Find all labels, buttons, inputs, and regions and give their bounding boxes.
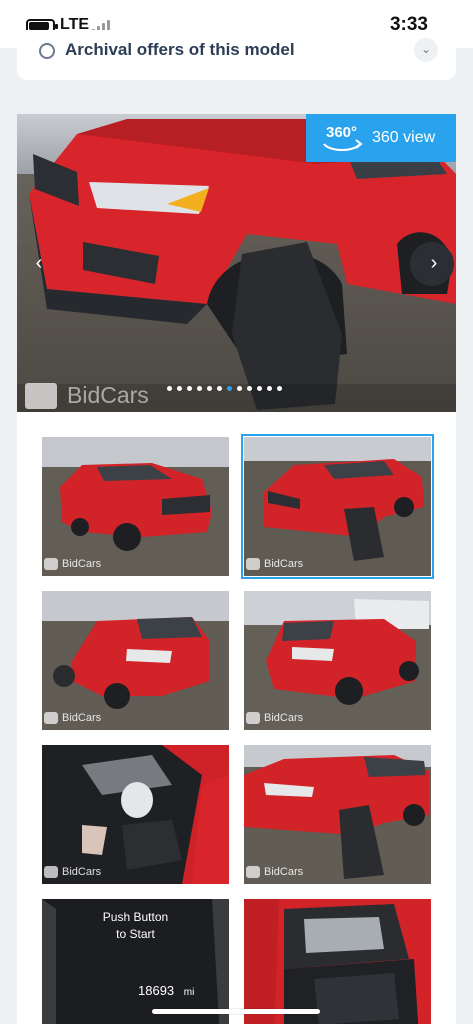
thumbnail-5[interactable]: BidCars — [42, 745, 229, 884]
main-photo[interactable]: 360° 360 view ‹ › BidCars — [17, 114, 456, 412]
carousel-dots — [167, 386, 282, 391]
thumbnail-6-watermark: BidCars — [246, 866, 303, 878]
watermark: BidCars — [25, 382, 149, 409]
dash-text-1: Push Button — [102, 910, 169, 924]
bidcars-logo-icon — [44, 558, 58, 570]
carousel-dot[interactable] — [177, 386, 182, 391]
thumbnail-3[interactable]: BidCars — [42, 591, 229, 730]
watermark-text: BidCars — [264, 712, 304, 724]
home-indicator[interactable] — [152, 1009, 320, 1014]
bidcars-logo-icon — [246, 866, 260, 878]
thumbnail-7-dashboard[interactable]: Push Button to Start 18693 mi — [42, 899, 229, 1024]
thumbnail-2-photo — [244, 437, 431, 576]
archival-offers-row[interactable]: Archival offers of this model ⌄ — [17, 30, 456, 80]
prev-photo-arrow-icon[interactable]: ‹ — [29, 252, 49, 276]
archival-offers-label: Archival offers of this model — [65, 40, 295, 59]
battery-level — [29, 22, 49, 30]
360-icon: 360° — [320, 122, 364, 154]
thumbnail-6-photo — [244, 745, 431, 884]
odometer-value: 18693 — [138, 983, 175, 998]
carousel-dot[interactable] — [217, 386, 222, 391]
watermark-text: BidCars — [62, 558, 102, 570]
dashboard-message: Push Button to Start — [42, 909, 229, 943]
thumbnail-8[interactable] — [244, 899, 431, 1024]
carousel-dot[interactable] — [247, 386, 252, 391]
bidcars-logo-icon — [44, 712, 58, 724]
watermark-text: BidCars — [62, 866, 102, 878]
thumbnail-5-watermark: BidCars — [44, 866, 101, 878]
thumbnail-1[interactable]: BidCars — [42, 437, 229, 576]
thumbnail-2-watermark: BidCars — [246, 558, 303, 570]
history-icon — [39, 43, 55, 59]
thumbnail-4-watermark: BidCars — [246, 712, 303, 724]
bidcars-logo-icon — [246, 712, 260, 724]
thumbnail-3-watermark: BidCars — [44, 712, 101, 724]
carousel-dot[interactable] — [167, 386, 172, 391]
thumbnail-8-photo — [244, 899, 431, 1024]
next-photo-arrow-icon[interactable]: › — [424, 252, 444, 276]
dash-text-2: to Start — [116, 927, 155, 941]
watermark-text: BidCars — [264, 866, 304, 878]
carousel-dot[interactable] — [257, 386, 262, 391]
photo-gallery: 360° 360 view ‹ › BidCars BidCars BidCar… — [17, 114, 456, 1024]
watermark-text: BidCars — [264, 558, 304, 570]
chevron-down-icon[interactable]: ⌄ — [414, 38, 438, 62]
thumbnail-4[interactable]: BidCars — [244, 591, 431, 730]
carousel-dot[interactable] — [207, 386, 212, 391]
view-360-label: 360 view — [372, 129, 436, 146]
watermark-text: BidCars — [62, 712, 102, 724]
carousel-dot[interactable] — [187, 386, 192, 391]
thumbnail-4-photo — [244, 591, 431, 730]
thumbnail-6[interactable]: BidCars — [244, 745, 431, 884]
carousel-dot[interactable] — [227, 386, 232, 391]
odometer-unit: mi — [183, 987, 195, 998]
carousel-dot[interactable] — [267, 386, 272, 391]
view-360-button[interactable]: 360° 360 view — [306, 114, 456, 162]
thumbnail-3-photo — [42, 591, 229, 730]
thumbnail-1-watermark: BidCars — [44, 558, 101, 570]
bidcars-logo-icon — [25, 382, 57, 409]
thumbnail-5-photo — [42, 745, 229, 884]
bidcars-logo-icon — [44, 866, 58, 878]
carousel-dot[interactable] — [277, 386, 282, 391]
carousel-dot[interactable] — [237, 386, 242, 391]
bidcars-logo-icon — [246, 558, 260, 570]
thumbnail-2[interactable]: BidCars — [241, 434, 434, 579]
carousel-dot[interactable] — [197, 386, 202, 391]
thumbnail-1-photo — [42, 437, 229, 576]
odometer: 18693 mi — [138, 983, 194, 998]
watermark-text: BidCars — [67, 382, 149, 408]
